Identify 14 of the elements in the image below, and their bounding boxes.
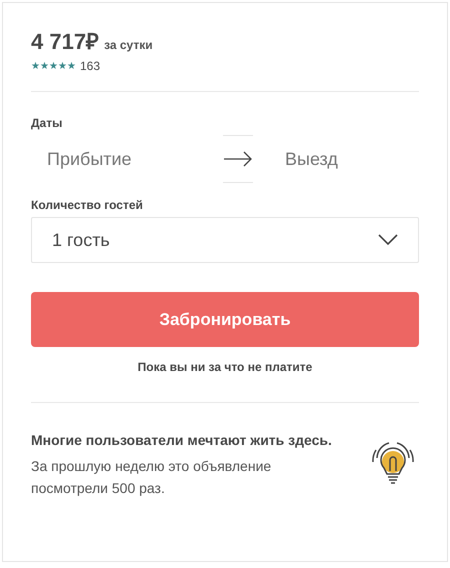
check-in-field[interactable]: Прибытие [31,148,197,170]
guests-dropdown[interactable]: 1 гость [31,217,419,263]
check-out-field[interactable]: Выезд [269,148,435,170]
field-label: Даты [31,116,64,130]
review-count: 163 [80,59,100,73]
payment-note: Пока вы ни за что не платите [136,360,314,374]
star-rating: ★★★★★ [31,60,76,72]
chevron-down-icon [378,234,398,246]
tip-text: За прошлую неделю это объявление посмотрели 500 раз. [31,457,272,498]
arrow-icon [223,151,253,167]
tip-title: Многие пользователи мечтают жить здесь. [31,431,333,450]
price: 4 717₽ [31,28,100,55]
field-label: Количество гостей [31,198,144,212]
price-period: за сутки [104,38,153,52]
